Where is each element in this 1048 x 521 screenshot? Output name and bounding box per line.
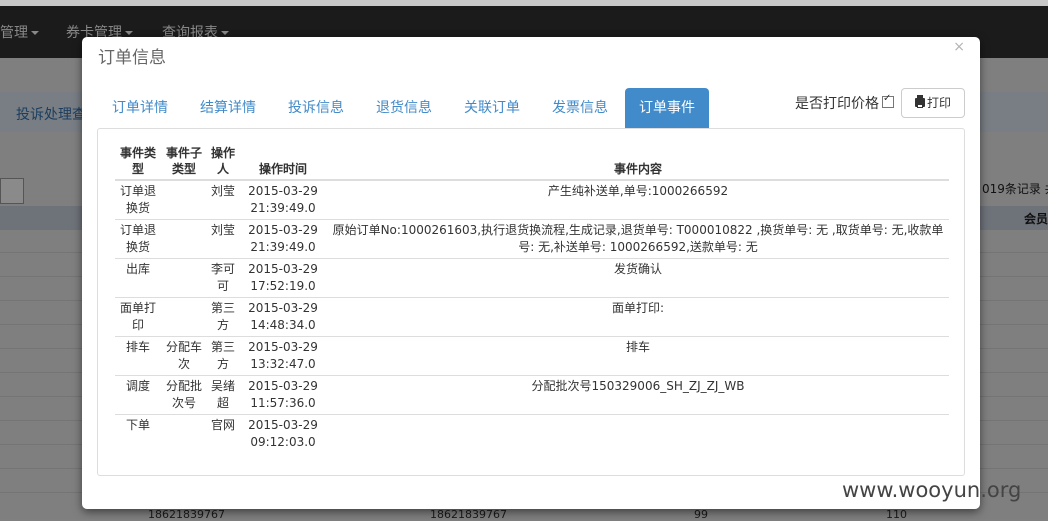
column-header-operator: 操作人 [207,143,239,181]
table-row: 调度 分配批次号 吴绪超 2015-03-29 11:57:36.0 分配批次号1… [115,375,949,415]
search-input[interactable] [0,178,24,204]
event-clock: 11:57:36.0 [250,396,316,410]
event-clock: 14:48:34.0 [250,318,316,332]
event-subtype [161,414,207,453]
modal-title: 订单信息 [98,48,166,68]
modal-header: 订单信息 × [82,37,980,73]
event-date: 2015-03-29 [248,184,318,198]
watermark: www.wooyun.org [842,478,1022,502]
column-header-member: 会员 [1024,212,1048,226]
table-header-row: 事件类型 事件子类型 操作人 操作时间 事件内容 [115,143,949,181]
table-row: 订单退换货 刘莹 2015-03-29 21:39:49.0 原始订单No:100… [115,219,949,259]
caret-down-icon [125,31,133,35]
caret-down-icon [221,31,229,35]
table-row: 下单 官网 2015-03-29 09:12:03.0 [115,414,949,453]
event-operator: 官网 [207,414,239,453]
event-date: 2015-03-29 [248,262,318,276]
column-header-type: 事件类型 [115,143,161,181]
event-date: 2015-03-29 [248,379,318,393]
tab-order-details[interactable]: 订单详情 [98,88,182,128]
close-icon[interactable]: × [953,39,965,55]
tab-complaint-info[interactable]: 投诉信息 [274,88,358,128]
tab-related-orders[interactable]: 关联订单 [450,88,534,128]
event-content: 发货确认 [327,258,949,298]
events-table: 事件类型 事件子类型 操作人 操作时间 事件内容 订单退换货 刘莹 2015-0… [115,143,949,453]
event-time: 2015-03-29 21:39:49.0 [239,179,327,220]
event-type: 下单 [115,414,161,453]
event-time: 2015-03-29 17:52:19.0 [239,258,327,298]
print-button[interactable]: 打印 [901,88,965,118]
table-cell: 18621839767 [430,508,507,521]
print-button-label: 打印 [926,96,951,110]
table-row: 面单打印 第三方 2015-03-29 14:48:34.0 面单打印: [115,297,949,337]
column-header-subtype: 事件子类型 [161,143,207,181]
event-operator: 第三方 [207,336,239,376]
print-price-label: 是否打印价格 [795,96,879,112]
event-type: 出库 [115,258,161,298]
event-content: 排车 [327,336,949,376]
event-date: 2015-03-29 [248,223,318,237]
events-panel: 事件类型 事件子类型 操作人 操作时间 事件内容 订单退换货 刘莹 2015-0… [97,128,965,476]
event-time: 2015-03-29 13:32:47.0 [239,336,327,376]
event-subtype: 分配车次 [161,336,207,376]
table-cell: 18621839767 [148,508,225,521]
column-header-content: 事件内容 [327,143,949,181]
nav-item-management[interactable]: 管理 [0,22,39,42]
event-date: 2015-03-29 [248,301,318,315]
printer-icon [914,95,925,108]
event-operator: 刘莹 [207,219,239,259]
tab-order-events[interactable]: 订单事件 [625,88,709,128]
event-content [327,414,949,453]
event-operator: 第三方 [207,297,239,337]
event-subtype [161,179,207,220]
event-type: 订单退换货 [115,219,161,259]
print-price-checkbox[interactable] [882,93,894,108]
event-time: 2015-03-29 11:57:36.0 [239,375,327,415]
tab-invoice-info[interactable]: 发票信息 [538,88,622,128]
event-time: 2015-03-29 21:39:49.0 [239,219,327,259]
event-date: 2015-03-29 [248,418,318,432]
event-type: 订单退换货 [115,179,161,220]
event-time: 2015-03-29 14:48:34.0 [239,297,327,337]
table-cell: 99 [694,508,708,521]
event-date: 2015-03-29 [248,340,318,354]
record-count: 019条记录 共 [982,182,1048,196]
table-row: 出库 李可可 2015-03-29 17:52:19.0 发货确认 [115,258,949,298]
event-type: 排车 [115,336,161,376]
event-subtype: 分配批次号 [161,375,207,415]
event-content: 产生纯补送单,单号:1000266592 [327,179,949,220]
event-type: 面单打印 [115,297,161,337]
tab-return-info[interactable]: 退货信息 [362,88,446,128]
event-clock: 17:52:19.0 [250,279,316,293]
event-content: 分配批次号150329006_SH_ZJ_ZJ_WB [327,375,949,415]
event-content: 原始订单No:1000261603,执行退货换流程,生成记录,退货单号: T00… [327,219,949,259]
order-info-modal: 订单信息 × 订单详情 结算详情 投诉信息 退货信息 关联订单 发票信息 订单事… [82,37,980,509]
event-clock: 09:12:03.0 [250,435,316,449]
table-row: 订单退换货 刘莹 2015-03-29 21:39:49.0 产生纯补送单,单号:… [115,179,949,220]
event-time: 2015-03-29 09:12:03.0 [239,414,327,453]
table-cell: 110 [886,508,907,521]
event-subtype [161,258,207,298]
tab-settlement-details[interactable]: 结算详情 [186,88,270,128]
event-clock: 13:32:47.0 [250,357,316,371]
table-row: 排车 分配车次 第三方 2015-03-29 13:32:47.0 排车 [115,336,949,376]
caret-down-icon [31,31,39,35]
event-operator: 李可可 [207,258,239,298]
event-subtype [161,219,207,259]
breadcrumb[interactable]: 投诉处理查 [16,104,86,124]
event-operator: 吴绪超 [207,375,239,415]
column-header-time: 操作时间 [239,143,327,181]
event-subtype [161,297,207,337]
event-clock: 21:39:49.0 [250,201,316,215]
event-operator: 刘莹 [207,179,239,220]
event-content: 面单打印: [327,297,949,337]
event-type: 调度 [115,375,161,415]
event-clock: 21:39:49.0 [250,240,316,254]
print-price-option[interactable]: 是否打印价格 [795,93,894,113]
